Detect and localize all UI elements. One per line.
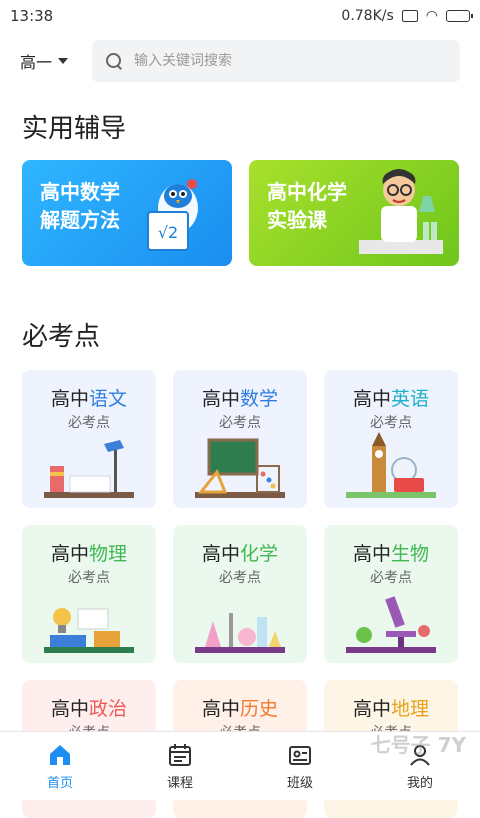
subject-name: 地理 [391,698,430,720]
subject-subtitle: 必考点 [370,570,412,586]
subject-card-biology[interactable]: 高中生物 必考点 [324,525,458,663]
tab-home[interactable]: 首页 [0,732,120,800]
subject-subtitle: 必考点 [68,570,110,586]
tab-class[interactable]: 班级 [240,732,360,800]
battery-icon [446,10,473,22]
network-speed: 0.78K/s [341,8,394,24]
tutor-card-math[interactable]: 高中数学 解题方法 √2 [22,160,232,266]
subject-subtitle: 必考点 [68,415,110,431]
flasks-lab-illustration [195,613,285,653]
tutor-card-label: 高中化学 实验课 [267,180,347,232]
subject-title: 高中数学 [173,384,307,411]
tab-label: 我的 [406,775,433,791]
subject-prefix: 高中 [50,698,89,720]
subject-prefix: 高中 [201,388,240,410]
subject-card-chinese[interactable]: 高中语文 必考点 [22,370,156,508]
subject-title: 高中地理 [324,694,458,721]
calendar-icon [169,743,191,766]
chevron-down-icon [58,58,69,64]
tab-label: 班级 [286,775,313,791]
lightbulb-circuit-illustration [44,608,134,653]
tutor-card-label: 高中数学 解题方法 [40,180,120,232]
subject-name: 化学 [240,543,279,565]
subject-prefix: 高中 [352,698,391,720]
id-card-icon [289,745,311,765]
penguin-math-illustration: √2 [147,179,198,251]
subject-title: 高中英语 [324,384,458,411]
tab-label: 课程 [166,775,193,791]
subject-name: 历史 [240,698,279,720]
subject-name: 英语 [391,388,430,410]
status-right: 0.78K/s ◠ [341,8,473,24]
scientist-chemistry-illustration [359,169,443,254]
subject-title: 高中化学 [173,539,307,566]
subject-prefix: 高中 [50,388,89,410]
subject-name: 数学 [240,388,279,410]
subject-subtitle: 必考点 [370,415,412,431]
subject-title: 高中政治 [22,694,156,721]
section-title-exam-points: 必考点 [22,322,101,352]
subject-subtitle: 必考点 [219,570,261,586]
sim-icon [401,10,418,22]
search-box[interactable] [92,40,460,82]
watermark-logo: 七号子 7Y [370,733,466,757]
subject-prefix: 高中 [50,543,89,565]
subject-title: 高中语文 [22,384,156,411]
microscope-plants-illustration [346,596,436,653]
big-ben-bus-illustration [346,432,436,498]
subject-subtitle: 必考点 [219,415,261,431]
top-bar: 高一 [0,38,480,84]
subject-name: 语文 [89,388,128,410]
subject-card-english[interactable]: 高中英语 必考点 [324,370,458,508]
subject-name: 政治 [89,698,128,720]
status-bar: 13:38 0.78K/s ◠ [0,0,480,32]
subject-prefix: 高中 [201,698,240,720]
home-icon [50,744,70,765]
subject-prefix: 高中 [352,388,391,410]
subject-card-math[interactable]: 高中数学 必考点 [173,370,307,508]
subject-card-chemistry[interactable]: 高中化学 必考点 [173,525,307,663]
subject-name: 生物 [391,543,430,565]
grade-label: 高一 [20,53,53,72]
subject-title: 高中历史 [173,694,307,721]
tab-courses[interactable]: 课程 [120,732,240,800]
blackboard-abacus-illustration [195,438,285,498]
desk-lamp-books-illustration [44,440,134,498]
subject-title: 高中生物 [324,539,458,566]
subject-prefix: 高中 [352,543,391,565]
tutor-card-chemistry[interactable]: 高中化学 实验课 [249,160,459,266]
search-icon [106,53,122,69]
subject-card-physics[interactable]: 高中物理 必考点 [22,525,156,663]
grade-selector[interactable]: 高一 [20,49,92,73]
subject-title: 高中物理 [22,539,156,566]
tab-label: 首页 [46,775,73,791]
wifi-icon: ◠ [425,8,438,24]
subject-name: 物理 [89,543,128,565]
subject-prefix: 高中 [201,543,240,565]
search-input[interactable] [132,52,446,70]
section-title-tutoring: 实用辅导 [22,114,127,144]
status-time: 13:38 [10,7,54,25]
svg-text:√2: √2 [158,223,178,242]
